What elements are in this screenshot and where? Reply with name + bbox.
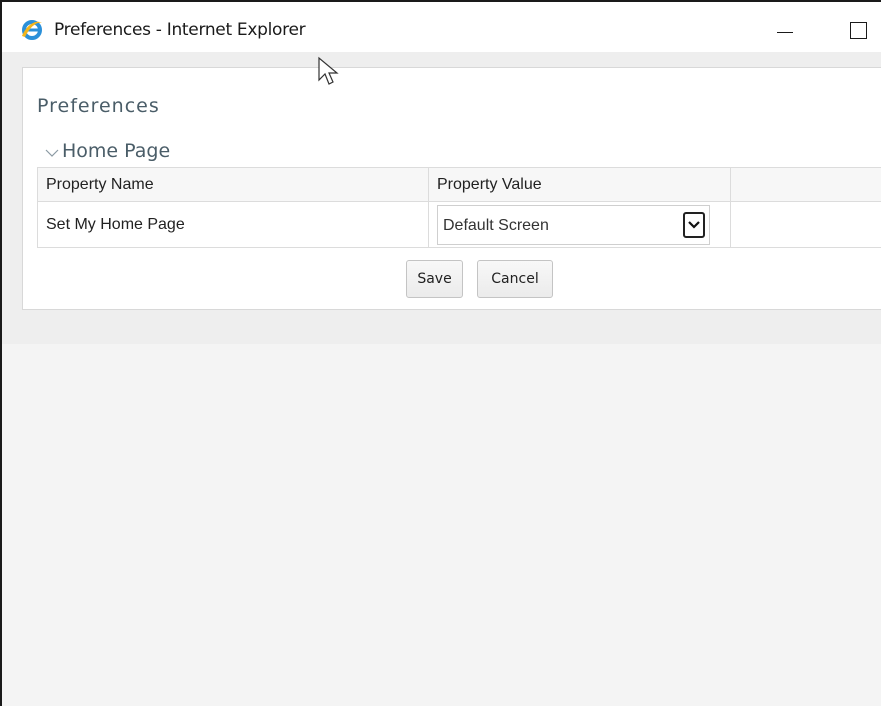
browser-window: Preferences - Internet Explorer Preferen…: [0, 0, 881, 706]
preferences-panel: Preferences Home Page Property Name Prop…: [22, 67, 881, 310]
preferences-table: Property Name Property Value Set My Home…: [37, 167, 881, 248]
column-header-property-name: Property Name: [37, 167, 429, 202]
table-header-row: Property Name Property Value: [37, 167, 881, 202]
section-title: Home Page: [62, 140, 171, 162]
cancel-button[interactable]: Cancel: [477, 260, 553, 298]
property-value-cell: Default Screen: [428, 201, 731, 248]
maximize-button[interactable]: [834, 12, 880, 48]
column-header-empty: [730, 167, 881, 202]
column-header-property-value: Property Value: [428, 167, 731, 202]
empty-cell: [730, 201, 881, 248]
mouse-cursor-icon: [318, 56, 339, 85]
table-row: Set My Home Page Default Screen: [37, 201, 881, 248]
window-title: Preferences - Internet Explorer: [54, 20, 306, 40]
home-page-select[interactable]: Default Screen: [437, 204, 710, 245]
select-value: Default Screen: [443, 216, 549, 234]
title-bar: Preferences - Internet Explorer: [2, 2, 881, 52]
save-button[interactable]: Save: [406, 260, 463, 298]
dropdown-arrow-icon[interactable]: [683, 211, 705, 238]
minimize-button[interactable]: [760, 12, 806, 48]
property-name-cell: Set My Home Page: [37, 201, 429, 248]
internet-explorer-icon: [22, 20, 42, 40]
chevron-down-icon: [45, 149, 59, 157]
page-title: Preferences: [37, 95, 160, 117]
